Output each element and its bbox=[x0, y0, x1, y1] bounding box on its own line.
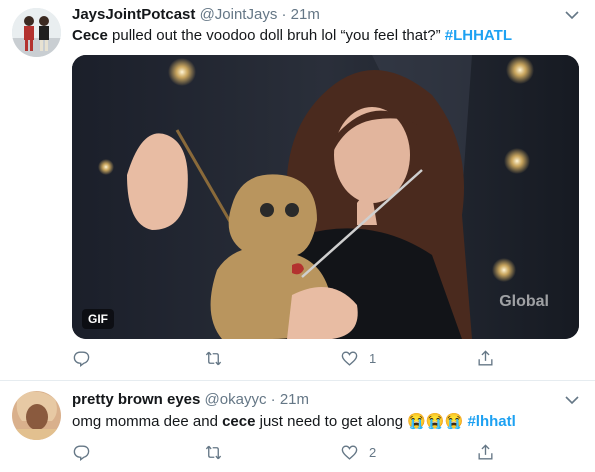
retweet-button[interactable] bbox=[204, 442, 233, 462]
display-name[interactable]: pretty brown eyes bbox=[72, 391, 200, 408]
display-name[interactable]: JaysJointPotcast bbox=[72, 6, 195, 23]
tweet-text: Cece pulled out the voodoo doll bruh lol… bbox=[72, 26, 512, 46]
avatar[interactable] bbox=[12, 8, 61, 57]
handle[interactable]: @JointJays bbox=[200, 6, 278, 23]
tweet-text-body: omg momma dee and bbox=[72, 413, 223, 430]
separator: · bbox=[281, 6, 287, 23]
like-button[interactable]: 2 bbox=[340, 442, 376, 462]
handle[interactable]: @okayyc bbox=[205, 391, 267, 408]
tweet-text-body: just need to get along bbox=[255, 413, 408, 430]
share-icon bbox=[478, 349, 493, 366]
share-icon bbox=[478, 443, 493, 460]
tweet-header: JaysJointPotcast @JointJays · 21m bbox=[72, 5, 320, 25]
heart-icon bbox=[341, 444, 358, 460]
highlighted-term: cece bbox=[222, 413, 256, 430]
highlighted-term: Cece bbox=[72, 27, 108, 44]
watermark: Global bbox=[499, 293, 549, 310]
hashtag-link[interactable]: #LHHATL bbox=[445, 27, 512, 44]
reply-icon bbox=[73, 444, 90, 461]
tweet-actions: 1 bbox=[72, 348, 512, 368]
timestamp[interactable]: 21m bbox=[291, 6, 320, 23]
retweet-button[interactable] bbox=[204, 348, 233, 368]
separator: · bbox=[270, 391, 276, 408]
heart-icon bbox=[341, 350, 358, 366]
crying-emoji: 😭😭😭 bbox=[407, 413, 464, 430]
retweet-icon bbox=[205, 351, 222, 365]
chevron-down-icon[interactable] bbox=[563, 391, 581, 409]
retweet-icon bbox=[205, 445, 222, 459]
timestamp[interactable]: 21m bbox=[280, 391, 309, 408]
like-count: 2 bbox=[369, 444, 377, 460]
tweet-header: pretty brown eyes @okayyc · 21m bbox=[72, 390, 309, 410]
like-count: 1 bbox=[369, 350, 377, 366]
reply-button[interactable] bbox=[72, 442, 101, 462]
gif-media[interactable]: Global GIF bbox=[72, 55, 579, 339]
tweet[interactable]: JaysJointPotcast @JointJays · 21m Cece p… bbox=[0, 0, 595, 381]
like-button[interactable]: 1 bbox=[340, 348, 376, 368]
tweet-text: omg momma dee and cece just need to get … bbox=[72, 412, 516, 432]
share-button[interactable] bbox=[476, 348, 505, 368]
reply-button[interactable] bbox=[72, 348, 101, 368]
gif-badge: GIF bbox=[82, 309, 114, 329]
tweet-actions: 2 bbox=[72, 442, 512, 462]
avatar[interactable] bbox=[12, 391, 61, 440]
tweet[interactable]: pretty brown eyes @okayyc · 21m omg momm… bbox=[0, 381, 595, 472]
chevron-down-icon[interactable] bbox=[563, 6, 581, 24]
share-button[interactable] bbox=[476, 442, 505, 462]
reply-icon bbox=[73, 350, 90, 367]
tweet-text-body: pulled out the voodoo doll bruh lol “you… bbox=[107, 27, 445, 44]
hashtag-link[interactable]: #lhhatl bbox=[467, 413, 515, 430]
